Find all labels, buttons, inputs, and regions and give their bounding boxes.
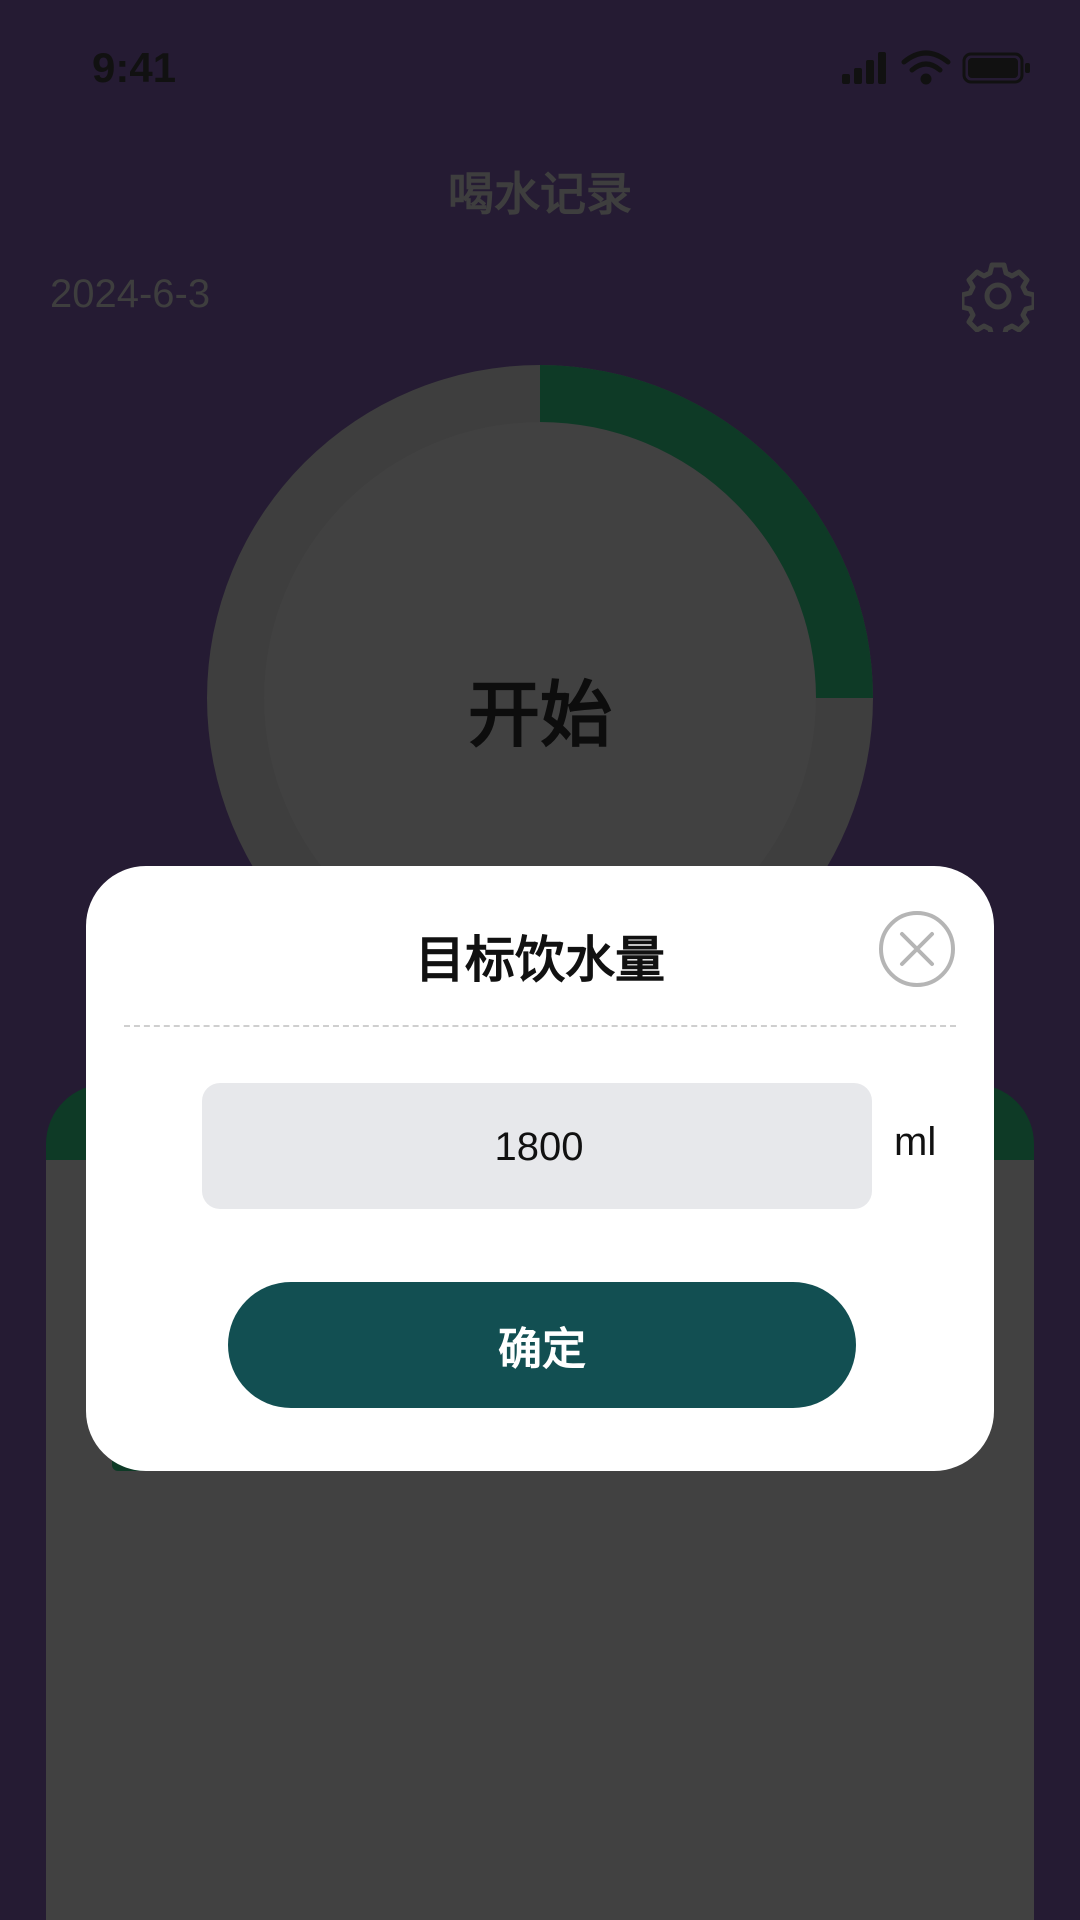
close-icon[interactable] xyxy=(878,910,956,988)
status-bar: 9:41 xyxy=(0,0,1080,130)
unit-label: ml xyxy=(894,1120,937,1164)
modal-divider xyxy=(124,1025,956,1027)
signal-icon xyxy=(842,52,886,84)
status-icons xyxy=(842,50,1030,85)
confirm-button[interactable]: 确定 xyxy=(228,1282,856,1408)
gear-icon[interactable] xyxy=(962,260,1034,332)
target-input-box[interactable] xyxy=(202,1083,876,1211)
modal-title: 目标饮水量 xyxy=(415,931,665,989)
target-amount-input[interactable] xyxy=(202,1083,876,1211)
wifi-icon xyxy=(901,50,951,85)
status-time: 9:41 xyxy=(92,44,177,91)
date-label: 2024-6-3 xyxy=(50,272,211,316)
target-modal: 目标饮水量 ml 确定 xyxy=(86,866,994,1471)
page-title: 喝水记录 xyxy=(448,167,632,221)
start-button-label[interactable]: 开始 xyxy=(0,656,1080,761)
battery-icon xyxy=(962,52,1030,84)
